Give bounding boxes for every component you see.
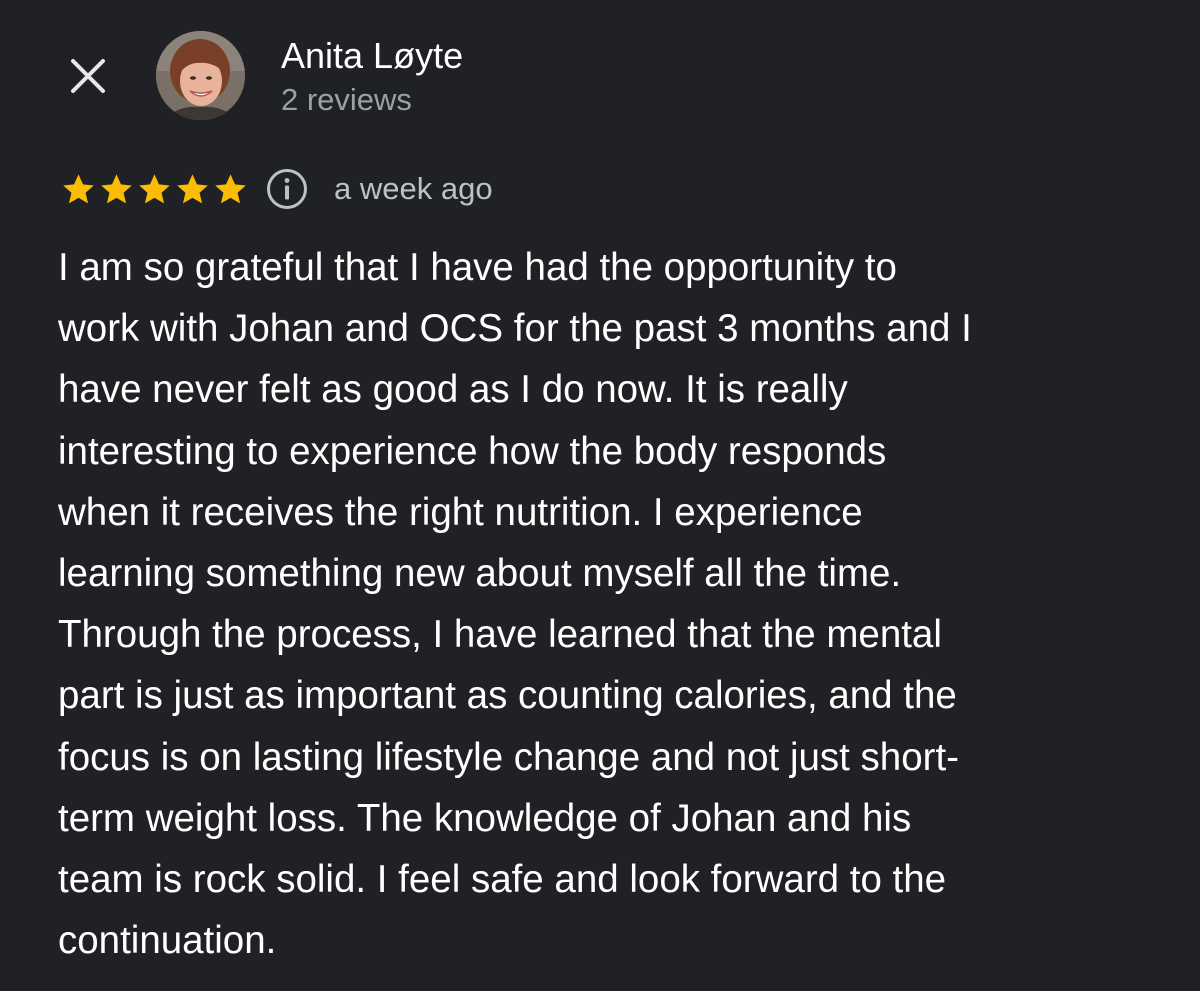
review-text-line: Through the process, I have learned that… xyxy=(58,613,942,657)
star-icon xyxy=(101,173,132,203)
info-icon xyxy=(267,169,307,209)
info-button[interactable] xyxy=(265,167,309,211)
star-icon xyxy=(63,173,94,203)
review-text-line: team is rock solid. I feel safe and look… xyxy=(58,858,947,902)
review-text-line: focus is on lasting lifestyle change and… xyxy=(58,735,959,779)
rating-row: a week ago xyxy=(60,165,493,213)
review-text-line: learning something new about myself all … xyxy=(58,552,902,596)
review-text-line: work with Johan and OCS for the past 3 m… xyxy=(58,307,972,351)
review-date: a week ago xyxy=(334,171,493,206)
review-text-line: I am so grateful that I have had the opp… xyxy=(58,246,897,289)
author-review-count: 2 reviews xyxy=(281,82,412,117)
review-text-line: have never felt as good as I do now. It … xyxy=(58,368,848,412)
avatar[interactable] xyxy=(156,31,245,120)
review-text-line: term weight loss. The knowledge of Johan… xyxy=(58,796,912,840)
profile-photo xyxy=(156,31,245,120)
review-text-line: interesting to experience how the body r… xyxy=(58,429,887,473)
star-rating xyxy=(60,171,249,208)
star-icon xyxy=(215,173,246,203)
star-icon xyxy=(177,173,208,203)
review-text: I am so grateful that I have had the opp… xyxy=(58,237,1153,971)
author-name[interactable]: Anita Løyte xyxy=(281,34,463,78)
review-text-line: part is just as important as counting ca… xyxy=(58,674,957,718)
star-icon xyxy=(139,173,170,203)
close-button[interactable] xyxy=(62,50,114,102)
review-text-line: when it receives the right nutrition. I … xyxy=(58,490,863,534)
review-text-line: continuation. xyxy=(58,919,277,963)
close-icon xyxy=(71,59,105,93)
